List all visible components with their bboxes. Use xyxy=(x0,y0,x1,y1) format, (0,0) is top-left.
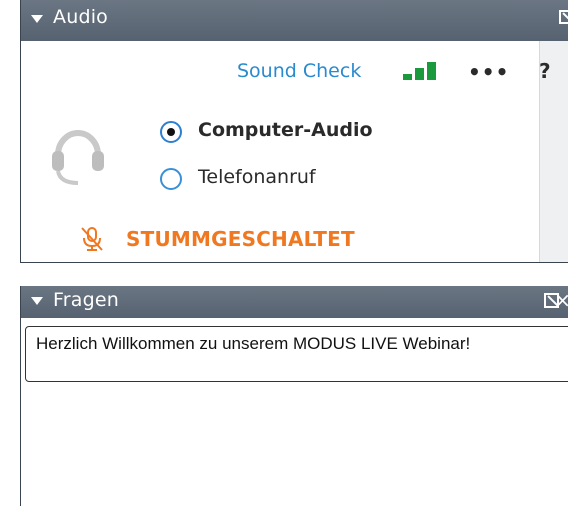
phone-call-label[interactable]: Telefonanruf xyxy=(198,166,316,188)
collapse-triangle-icon[interactable] xyxy=(31,15,43,23)
help-button[interactable]: ? xyxy=(539,59,551,83)
more-options-button[interactable]: ••• xyxy=(468,60,509,84)
computer-audio-label[interactable]: Computer-Audio xyxy=(198,119,373,141)
muted-microphone-icon[interactable] xyxy=(80,226,104,252)
questions-title: Fragen xyxy=(53,289,119,311)
questions-title-bar[interactable]: Fragen × xyxy=(21,286,568,318)
computer-audio-radio[interactable] xyxy=(160,121,182,143)
headset-icon xyxy=(52,130,104,185)
phone-call-radio[interactable] xyxy=(160,168,182,190)
undock-icon[interactable] xyxy=(559,10,568,24)
questions-panel: Fragen × Herzlich Willkommen zu unserem … xyxy=(20,286,568,506)
mute-status[interactable]: STUMMGESCHALTET xyxy=(126,227,355,251)
welcome-message: Herzlich Willkommen zu unserem MODUS LIV… xyxy=(25,326,568,382)
audio-title-bar[interactable]: Audio xyxy=(21,0,568,41)
collapse-triangle-icon[interactable] xyxy=(31,297,43,305)
close-icon[interactable]: × xyxy=(554,288,568,312)
audio-title: Audio xyxy=(53,6,109,28)
signal-strength-icon xyxy=(403,60,447,80)
sound-check-link[interactable]: Sound Check xyxy=(237,60,361,82)
